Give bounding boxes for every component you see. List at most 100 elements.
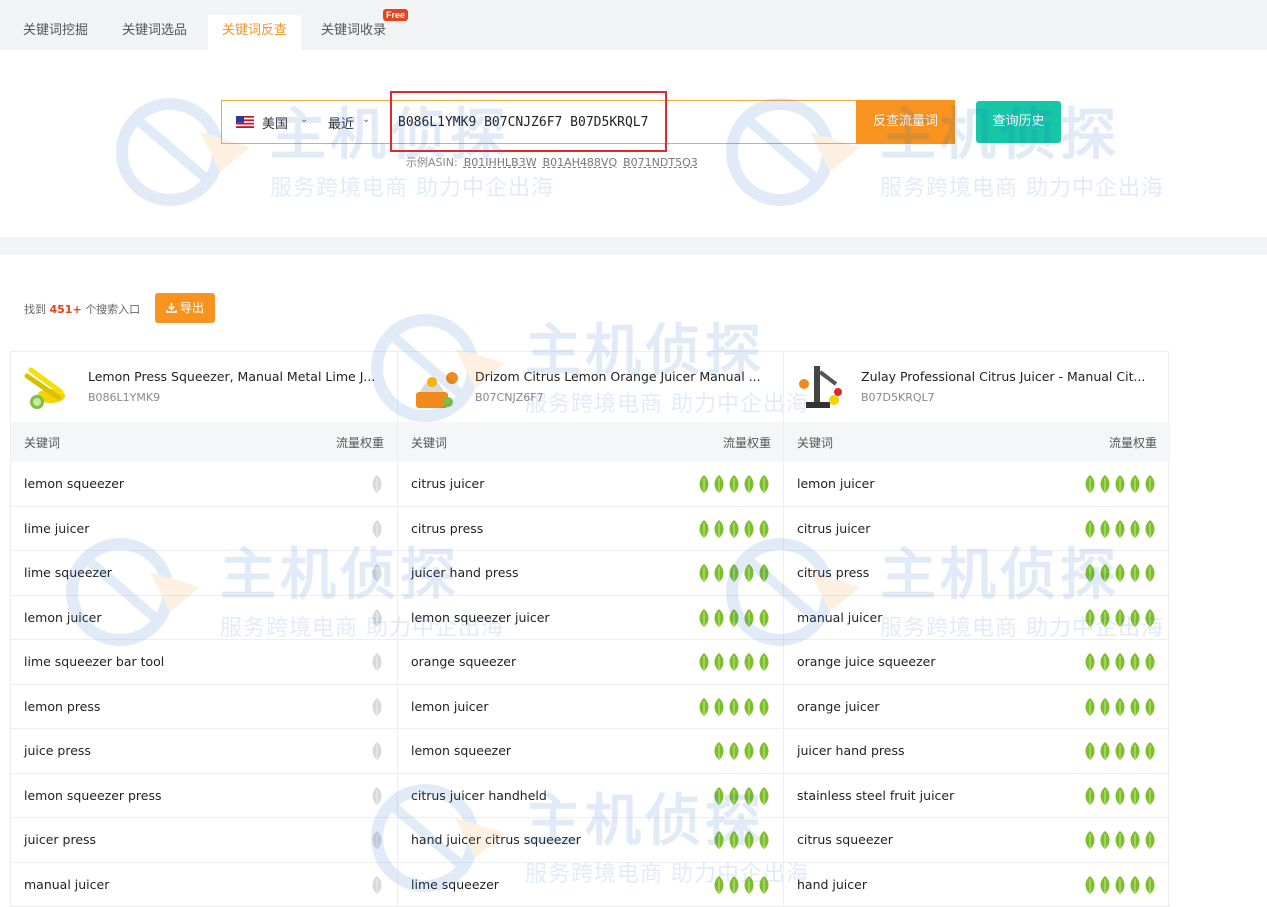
keyword-header: 关键词 bbox=[797, 436, 834, 450]
leaf-icon bbox=[1145, 786, 1155, 805]
table-row[interactable]: orange juice squeezer bbox=[784, 640, 1170, 685]
table-row[interactable]: hand juicer bbox=[784, 863, 1170, 907]
leaf-icon bbox=[744, 831, 754, 849]
table-header: 关键词 流量权重 bbox=[784, 422, 1170, 462]
table-row[interactable]: lime squeezer bbox=[398, 863, 784, 907]
weight-header: 流量权重 bbox=[722, 436, 771, 450]
table-row[interactable]: orange juicer bbox=[784, 685, 1170, 729]
leaf-icon bbox=[699, 697, 709, 716]
reverse-lookup-button[interactable]: 反查流量词 bbox=[856, 100, 955, 144]
chevron-down-icon[interactable]: ⌄ bbox=[362, 114, 370, 125]
keyword-text: juicer hand press bbox=[797, 743, 905, 758]
leaf-empty-icon bbox=[372, 564, 382, 582]
leaf-icon bbox=[699, 519, 709, 538]
tab-keyword-reverse-lookup[interactable]: 关键词反查 bbox=[208, 15, 302, 50]
traffic-weight bbox=[697, 697, 771, 717]
leaf-icon bbox=[729, 608, 739, 627]
table-row[interactable]: citrus juicer handheld bbox=[398, 774, 784, 818]
leaf-icon bbox=[1145, 475, 1155, 493]
keyword-text: lime squeezer bbox=[411, 876, 499, 892]
leaf-icon bbox=[744, 875, 754, 894]
table-row[interactable]: citrus juicer bbox=[784, 507, 1170, 551]
leaf-icon bbox=[1100, 519, 1110, 538]
product-card[interactable]: Zulay Professional Citrus Juicer - Manua… bbox=[784, 352, 1170, 422]
table-row[interactable]: citrus press bbox=[398, 507, 784, 551]
traffic-weight bbox=[370, 830, 384, 850]
keyword-text: juicer press bbox=[24, 832, 97, 847]
product-asin: B07D5KRQL7 bbox=[861, 391, 935, 404]
traffic-weight bbox=[1083, 786, 1157, 806]
leaf-icon bbox=[744, 697, 754, 716]
table-row[interactable]: lemon squeezer juicer bbox=[398, 596, 784, 640]
leaf-icon bbox=[1115, 519, 1125, 538]
traffic-weight bbox=[370, 563, 384, 583]
table-row[interactable]: juicer hand press bbox=[398, 551, 784, 596]
table-row[interactable]: citrus squeezer bbox=[784, 818, 1170, 863]
keyword-text: lemon juicer bbox=[797, 476, 875, 491]
table-row[interactable]: juicer hand press bbox=[784, 729, 1170, 774]
tab-keyword-indexing[interactable]: 关键词收录 Free bbox=[307, 9, 409, 50]
table-row[interactable]: manual juicer bbox=[11, 863, 397, 907]
leaf-icon bbox=[1085, 875, 1095, 894]
leaf-empty-icon bbox=[372, 875, 382, 894]
leaf-icon bbox=[1100, 608, 1110, 627]
leaf-icon bbox=[1130, 742, 1140, 760]
table-row[interactable]: hand juicer citrus squeezer bbox=[398, 818, 784, 863]
table-row[interactable]: lemon squeezer press bbox=[11, 774, 397, 818]
table-row[interactable]: lemon juicer bbox=[784, 462, 1170, 507]
leaf-icon bbox=[1085, 653, 1095, 671]
table-row[interactable]: lemon press bbox=[11, 685, 397, 729]
traffic-weight bbox=[1083, 830, 1157, 850]
keyword-text: hand juicer citrus squeezer bbox=[411, 832, 581, 847]
keyword-text: stainless steel fruit juicer bbox=[797, 787, 955, 803]
table-row[interactable]: lime squeezer bbox=[11, 551, 397, 596]
query-history-button[interactable]: 查询历史 bbox=[976, 101, 1061, 143]
leaf-icon bbox=[714, 475, 724, 493]
product-column: Drizom Citrus Lemon Orange Juicer Manual… bbox=[397, 352, 784, 907]
export-button[interactable]: 导出 bbox=[155, 293, 215, 323]
example-asin-link[interactable]: B071NDT5Q3 bbox=[623, 156, 698, 169]
table-row[interactable]: lemon juicer bbox=[398, 685, 784, 729]
table-row[interactable]: lemon squeezer bbox=[398, 729, 784, 774]
leaf-empty-icon bbox=[372, 475, 382, 493]
leaf-icon bbox=[1130, 697, 1140, 716]
table-row[interactable]: manual juicer bbox=[784, 596, 1170, 640]
table-row[interactable]: orange squeezer bbox=[398, 640, 784, 685]
leaf-icon bbox=[729, 519, 739, 538]
tab-keyword-product-selection[interactable]: 关键词选品 bbox=[108, 15, 201, 50]
table-row[interactable]: lemon squeezer bbox=[11, 462, 397, 507]
leaf-icon bbox=[1100, 697, 1110, 716]
table-row[interactable]: lime juicer bbox=[11, 507, 397, 551]
table-row[interactable]: citrus press bbox=[784, 551, 1170, 596]
leaf-icon bbox=[729, 831, 739, 849]
example-asin-link[interactable]: B01AH488VQ bbox=[543, 156, 618, 169]
table-row[interactable]: lemon juicer bbox=[11, 596, 397, 640]
leaf-icon bbox=[714, 831, 724, 849]
traffic-weight bbox=[712, 741, 771, 761]
leaf-icon bbox=[1130, 564, 1140, 582]
leaf-icon bbox=[744, 564, 754, 582]
table-row[interactable]: stainless steel fruit juicer bbox=[784, 774, 1170, 818]
traffic-weight bbox=[370, 474, 384, 494]
section-divider bbox=[0, 237, 1267, 255]
keyword-text: hand juicer bbox=[797, 876, 867, 892]
chevron-down-icon[interactable]: ⌄ bbox=[300, 114, 308, 125]
keyword-text: lemon squeezer bbox=[411, 743, 512, 758]
table-row[interactable]: juicer press bbox=[11, 818, 397, 863]
table-row[interactable]: lime squeezer bar tool bbox=[11, 640, 397, 685]
table-row[interactable]: juice press bbox=[11, 729, 397, 774]
table-row[interactable]: citrus juicer bbox=[398, 462, 784, 507]
leaf-icon bbox=[1100, 564, 1110, 582]
time-range-select[interactable]: 最近 bbox=[328, 113, 354, 132]
tab-keyword-mining[interactable]: 关键词挖掘 bbox=[9, 15, 102, 50]
product-card[interactable]: Drizom Citrus Lemon Orange Juicer Manual… bbox=[398, 352, 784, 422]
traffic-weight bbox=[1083, 697, 1157, 717]
leaf-icon bbox=[729, 653, 739, 671]
country-select[interactable]: 美国 bbox=[262, 113, 288, 132]
leaf-icon bbox=[759, 608, 769, 627]
product-card[interactable]: Lemon Press Squeezer, Manual Metal Lime … bbox=[11, 352, 397, 422]
example-asin-link[interactable]: B01IHHLB3W bbox=[464, 156, 537, 169]
traffic-weight bbox=[697, 563, 771, 583]
leaf-icon bbox=[1115, 742, 1125, 760]
keyword-text: lemon juicer bbox=[411, 698, 489, 714]
